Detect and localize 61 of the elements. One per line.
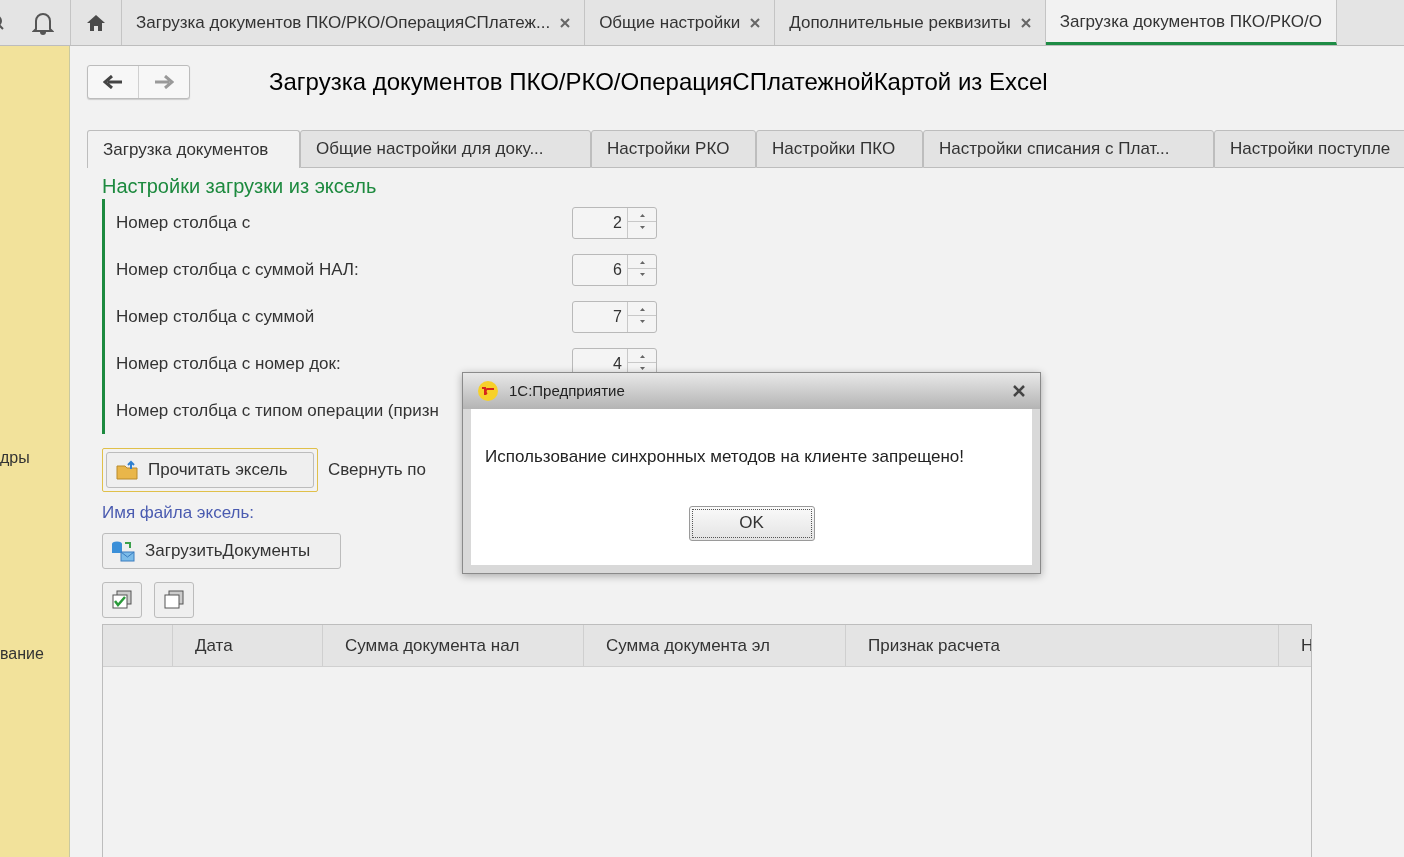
column-header[interactable]: Сумма документа эл: [584, 624, 846, 666]
uncheck-all-button[interactable]: [154, 581, 194, 618]
bell-icon[interactable]: [32, 10, 54, 35]
form-tab[interactable]: Загрузка документов: [87, 130, 300, 168]
ok-button[interactable]: OK: [688, 505, 815, 541]
tab-label: Дополнительные реквизиты: [789, 11, 1011, 34]
stacked-squares-icon: [163, 589, 185, 610]
field-label: Номер столбца с номер док:: [116, 352, 341, 375]
right-arrow-icon: [154, 75, 174, 89]
column-header[interactable]: Признак расчета: [846, 624, 1279, 666]
number-field[interactable]: 7: [572, 300, 657, 333]
form-tab[interactable]: Настройки поступле: [1214, 130, 1404, 168]
field-label: Номер столбца с суммой НАЛ:: [116, 258, 359, 281]
window-tab[interactable]: Загрузка документов ПКО/РКО/О: [1045, 0, 1337, 45]
form-tab[interactable]: Настройки списания с Плат...: [923, 130, 1214, 168]
stacked-checkbox-icon: [111, 589, 133, 610]
number-field[interactable]: 2: [572, 206, 657, 239]
up-icon: [639, 260, 645, 264]
dialog-message: Использование синхронных методов на клиенте запрещено!: [485, 446, 965, 468]
collapse-label: Свернуть по: [328, 459, 426, 482]
field-label: Номер столбца с: [116, 211, 251, 234]
tab-label: Общие настройки: [599, 11, 741, 34]
home-button[interactable]: [70, 0, 122, 45]
home-icon: [86, 13, 106, 32]
window-tab[interactable]: Загрузка документов ПКО/РКО/ОперацияСПлатеж...: [122, 0, 586, 45]
check-all-button[interactable]: [102, 581, 142, 618]
close-icon[interactable]: [1020, 17, 1031, 28]
form-tab[interactable]: Общие настройки для доку...: [300, 130, 591, 168]
close-icon[interactable]: [750, 17, 761, 28]
tab-label: Загрузка документов ПКО/РКО/ОперацияСПлатеж...: [136, 11, 551, 34]
down-icon: [639, 319, 645, 323]
sidebar-item[interactable]: вание: [0, 642, 69, 666]
close-icon[interactable]: [1012, 384, 1026, 398]
left-arrow-icon: [103, 75, 123, 89]
folder-icon: [116, 460, 138, 480]
up-icon: [639, 307, 645, 311]
dialog-title: 1С:Предприятие: [509, 380, 625, 401]
logo-icon: [477, 380, 499, 402]
field-label: Номер столбца с типом операции (призн: [116, 399, 439, 422]
tab-label: Загрузка документов ПКО/РКО/О: [1059, 11, 1322, 34]
close-icon[interactable]: [560, 17, 571, 28]
sidebar-item[interactable]: дры: [0, 446, 69, 470]
form-title: Загрузка документов ПКО/РКО/ОперацияСПлатежнойКартой из Excel: [269, 67, 1048, 97]
down-icon: [639, 225, 645, 229]
window-tab[interactable]: Дополнительные реквизиты: [775, 0, 1046, 45]
form-tab[interactable]: Настройки РКО: [591, 130, 756, 168]
field-label: Номер столбца с суммой: [116, 305, 315, 328]
up-icon: [639, 354, 645, 358]
column-header[interactable]: Дата: [173, 624, 323, 666]
load-documents-button[interactable]: ЗагрузитьДокументы: [102, 532, 341, 569]
form-tab[interactable]: Настройки ПКО: [756, 130, 923, 168]
down-icon: [639, 272, 645, 276]
window-tab[interactable]: Общие настройки: [585, 0, 776, 45]
file-name-label: Имя файла эксель:: [102, 502, 255, 524]
down-icon: [639, 366, 645, 370]
section-title: Настройки загрузки из эксель: [102, 174, 378, 199]
column-header[interactable]: Сумма документа нал: [323, 624, 584, 666]
read-excel-button[interactable]: Прочитать эксель: [102, 448, 318, 492]
number-field[interactable]: 6: [572, 253, 657, 286]
up-icon: [639, 213, 645, 217]
database-envelope-icon: [111, 539, 135, 562]
